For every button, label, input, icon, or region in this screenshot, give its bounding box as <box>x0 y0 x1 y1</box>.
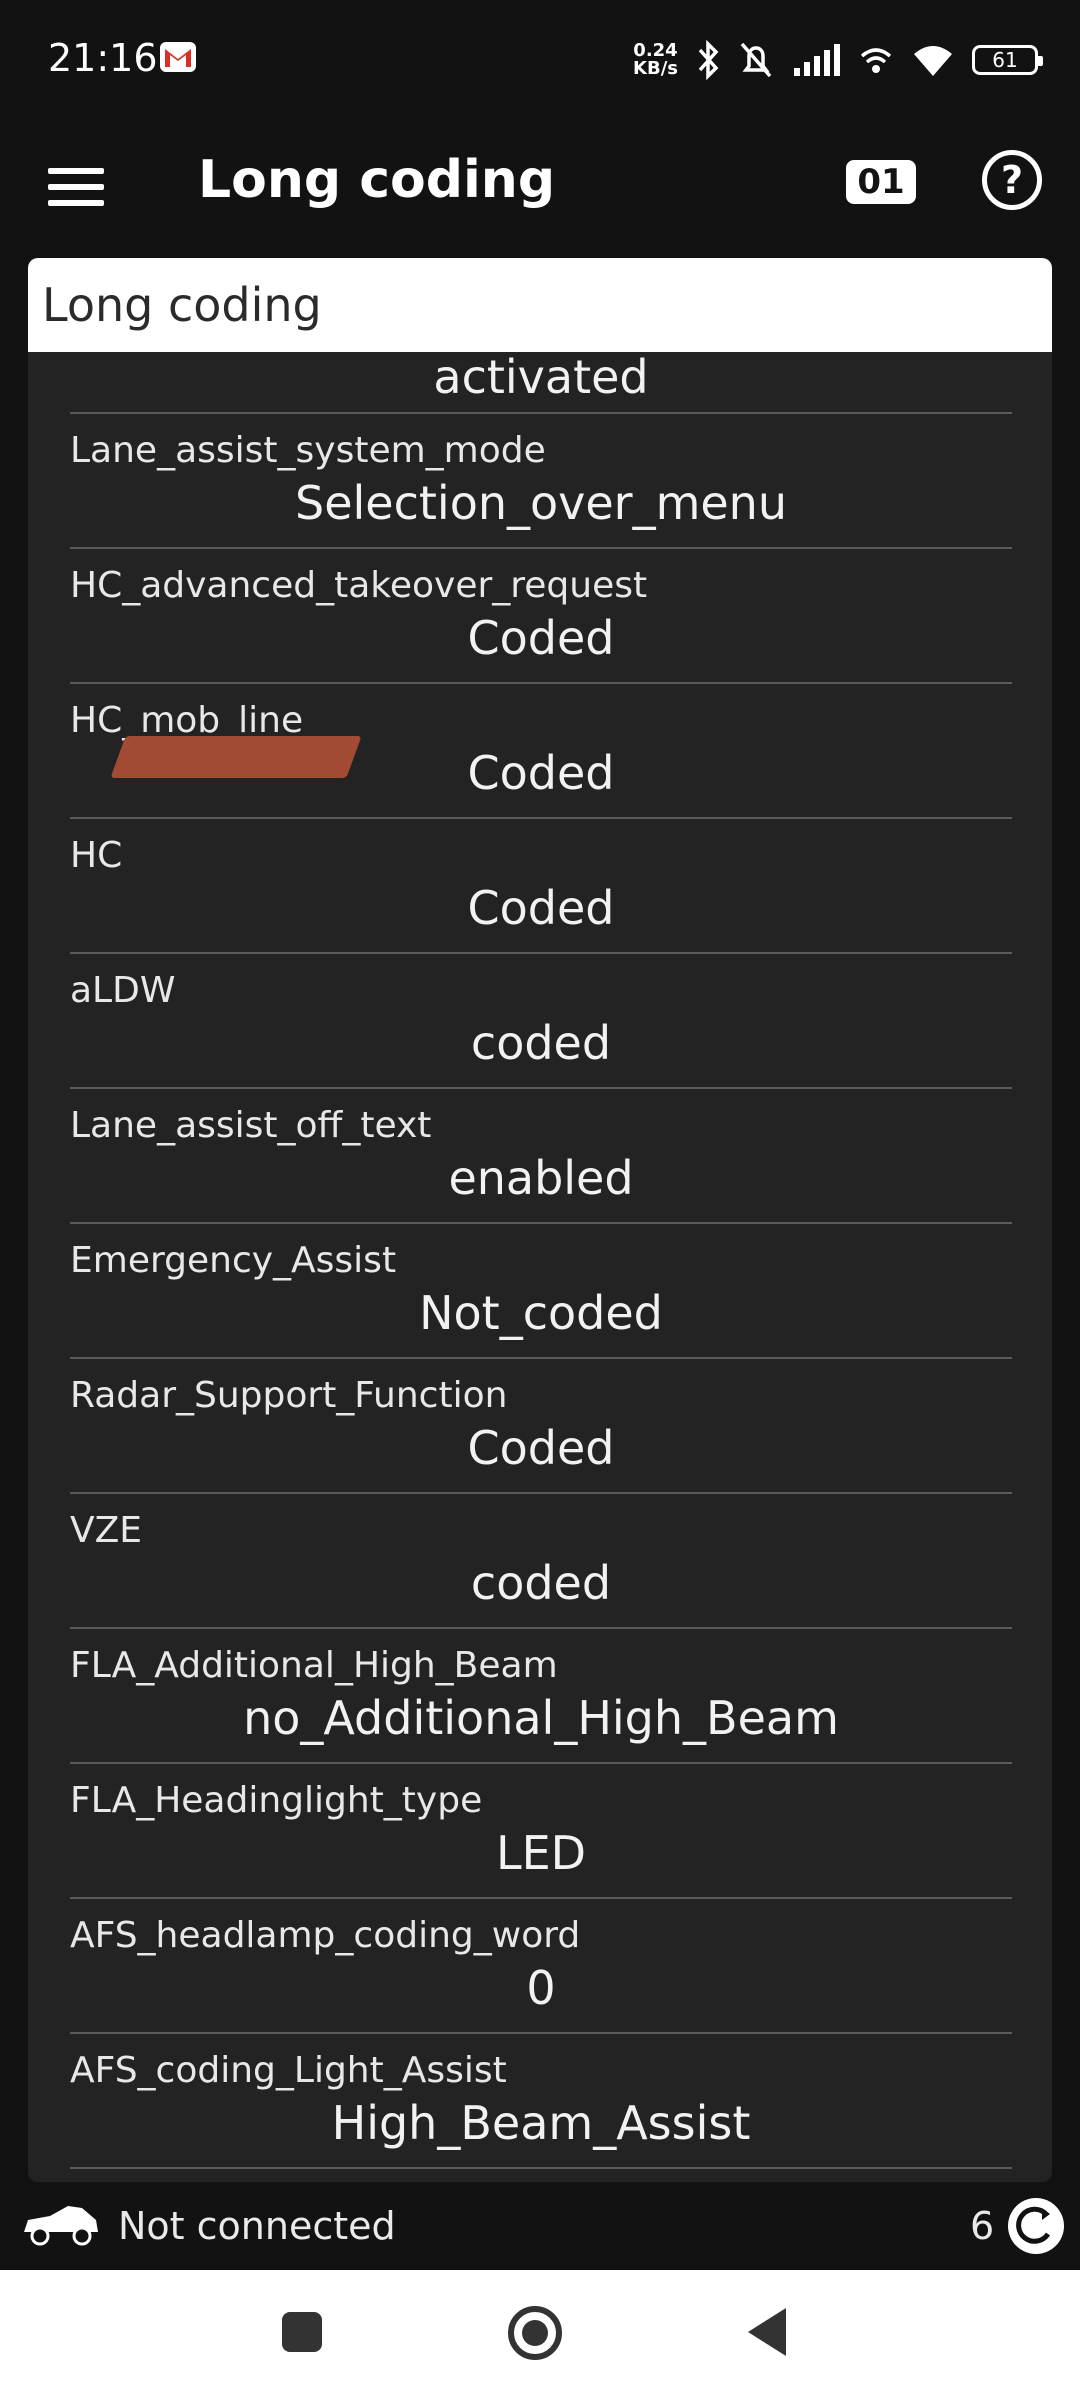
wifi-icon <box>914 46 952 76</box>
network-speed: 0.24 KB/s <box>633 40 678 79</box>
list-item[interactable]: AFS_headlamp_coding_word 0 <box>70 1899 1012 2034</box>
list-item-label: Radar_Support_Function <box>70 1375 508 1416</box>
signal-icon <box>794 44 840 76</box>
hotspot-icon <box>860 48 892 73</box>
list-item[interactable]: Emergency_Assist Not_coded <box>70 1224 1012 1359</box>
list-item-value: Coded <box>467 881 615 935</box>
list-item[interactable]: AFS_coding_Light_Assist High_Beam_Assist <box>70 2034 1012 2169</box>
list-item-value: 0 <box>526 1961 556 2015</box>
list-item-value: LED <box>495 1826 587 1880</box>
list-item-value: Coded <box>467 611 615 665</box>
battery-icon: 61 <box>972 45 1043 75</box>
card-header: Long coding <box>28 258 1052 352</box>
list-item[interactable]: aLDW coded <box>70 954 1012 1089</box>
list-item-value: enabled <box>448 1151 634 1205</box>
connection-bar: Not connected 6 <box>0 2184 1080 2268</box>
list-item[interactable]: HC_mob_line Coded <box>70 684 1012 819</box>
connection-count: 6 <box>970 2204 995 2248</box>
card-header-title: Long coding <box>42 278 322 332</box>
list-item-label: HC_advanced_takeover_request <box>70 565 648 606</box>
menu-icon[interactable] <box>48 162 104 218</box>
list-item-label: Emergency_Assist <box>70 1240 397 1281</box>
list-item-value: Selection_over_menu <box>295 476 787 530</box>
list-item[interactable]: FLA_Headinglight_type LED <box>70 1764 1012 1899</box>
list-item[interactable]: Lane_assist_system_mode Selection_over_m… <box>70 414 1012 549</box>
muted-bell-icon <box>740 42 772 78</box>
page-title: Long coding <box>198 150 556 210</box>
list-item-value: Coded <box>467 746 615 800</box>
list-item-value: Not_coded <box>419 1286 663 1340</box>
app-bar: Long coding 01 ? <box>0 122 1080 260</box>
recent-apps-icon[interactable] <box>282 2312 322 2352</box>
list-item-value: no_Additional_High_Beam <box>243 1691 839 1745</box>
list-item-label: AFS_headlamp_coding_word <box>70 1915 581 1956</box>
list-item[interactable]: VZE coded <box>70 1494 1012 1629</box>
home-icon[interactable] <box>508 2306 562 2360</box>
coding-list[interactable]: activated Lane_assist_system_mode Select… <box>70 350 1012 2169</box>
list-item-value: High_Beam_Assist <box>331 2096 751 2150</box>
list-item[interactable]: activated <box>70 350 1012 414</box>
bluetooth-icon <box>698 40 719 80</box>
list-item-value: coded <box>470 1556 612 1610</box>
list-item-label: AFS_coding_Light_Assist <box>70 2050 507 2091</box>
car-icon <box>24 2206 98 2246</box>
list-item[interactable]: FLA_Additional_High_Beam no_Additional_H… <box>70 1629 1012 1764</box>
list-item[interactable]: Lane_assist_off_text enabled <box>70 1089 1012 1224</box>
list-item-value: activated <box>433 350 649 404</box>
back-icon[interactable] <box>748 2308 786 2356</box>
connection-status: Not connected <box>118 2204 396 2248</box>
list-item[interactable]: HC Coded <box>70 819 1012 954</box>
list-item-label: FLA_Headinglight_type <box>70 1780 483 1821</box>
list-item-value: coded <box>470 1016 612 1070</box>
list-item-label: FLA_Additional_High_Beam <box>70 1645 558 1686</box>
list-item-label: Lane_assist_system_mode <box>70 430 546 471</box>
sync-icon[interactable] <box>1008 2198 1064 2254</box>
binary-view-icon[interactable]: 01 <box>846 160 916 204</box>
gmail-icon <box>160 42 196 72</box>
list-item-label: Lane_assist_off_text <box>70 1105 432 1146</box>
list-item-value: Coded <box>467 1421 615 1475</box>
status-time: 21:16 <box>48 36 158 80</box>
help-icon[interactable]: ? <box>982 150 1042 210</box>
system-navigation-bar <box>0 2270 1080 2400</box>
long-coding-card: Long coding activated Lane_assist_system… <box>28 258 1052 2182</box>
list-item[interactable]: HC_advanced_takeover_request Coded <box>70 549 1012 684</box>
status-icons: 0.24 KB/s 61 <box>633 38 1043 82</box>
list-item-label: HC_mob_line <box>70 700 304 741</box>
list-item-label: HC <box>70 835 123 876</box>
list-item-label: aLDW <box>70 970 176 1011</box>
status-bar: 21:16 0.24 KB/s 61 <box>0 0 1080 122</box>
list-item-label: VZE <box>70 1510 143 1551</box>
list-item[interactable]: Radar_Support_Function Coded <box>70 1359 1012 1494</box>
